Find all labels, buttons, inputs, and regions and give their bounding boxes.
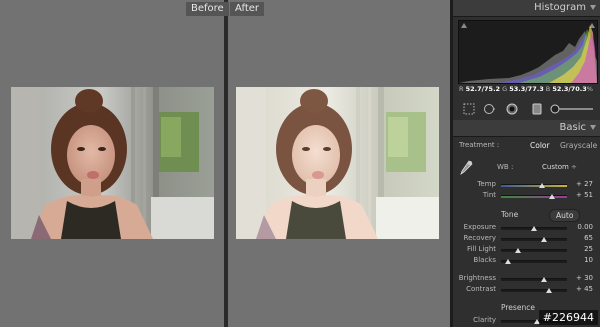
- recovery-label: Recovery: [463, 234, 496, 242]
- brightness-slider-track[interactable]: [501, 278, 567, 281]
- red-eye-icon[interactable]: [506, 100, 518, 115]
- after-photo[interactable]: [236, 87, 439, 239]
- spot-removal-icon[interactable]: [483, 100, 495, 114]
- histogram-readout: R 52.7/75.2 G 53.3/77.3 B 52.3/70.3%: [459, 85, 593, 93]
- treatment-grayscale-option[interactable]: Grayscale: [560, 141, 597, 150]
- exposure-label: Exposure: [463, 223, 496, 231]
- watermark-label: #226944: [538, 310, 598, 325]
- b-value: 52.3/70.3: [552, 85, 587, 93]
- blacks-value[interactable]: 10: [571, 256, 593, 264]
- contrast-label: Contrast: [466, 285, 496, 293]
- after-label: After: [230, 2, 265, 16]
- histogram-header[interactable]: Histogram: [453, 0, 600, 17]
- tint-label: Tint: [482, 191, 496, 199]
- before-photo[interactable]: [11, 87, 214, 239]
- presence-section-label: Presence: [501, 303, 535, 312]
- temp-value[interactable]: + 27: [571, 180, 593, 188]
- histogram-title: Histogram: [534, 2, 586, 13]
- contrast-slider-thumb[interactable]: [545, 288, 552, 293]
- clarity-label: Clarity: [473, 316, 496, 324]
- r-value: 52.7/75.2: [465, 85, 501, 93]
- fill-light-slider-track[interactable]: [501, 249, 567, 252]
- g-value: 53.3/77.3: [509, 85, 544, 93]
- tint-slider-track[interactable]: [501, 195, 567, 198]
- crop-overlay-icon[interactable]: [463, 100, 475, 115]
- collapse-triangle-icon[interactable]: [590, 5, 596, 10]
- histogram-graph[interactable]: [458, 20, 598, 84]
- wb-label: WB :: [497, 163, 514, 171]
- blacks-label: Blacks: [473, 256, 496, 264]
- r-label: R: [459, 85, 464, 93]
- brightness-value[interactable]: + 30: [571, 274, 593, 282]
- before-label: Before: [186, 2, 229, 16]
- exposure-slider-thumb[interactable]: [531, 226, 537, 231]
- basic-header[interactable]: Basic: [453, 120, 600, 137]
- wb-select-value[interactable]: Custom: [542, 163, 569, 171]
- exposure-value[interactable]: 0.00: [571, 223, 593, 231]
- fill-light-slider-thumb[interactable]: [514, 248, 521, 253]
- brightness-label: Brightness: [458, 274, 496, 282]
- wb-select-arrows[interactable]: ÷: [571, 163, 577, 171]
- fill-light-value[interactable]: 25: [571, 245, 593, 253]
- graduated-filter-icon[interactable]: [531, 100, 543, 115]
- collapse-triangle-icon[interactable]: [590, 125, 596, 130]
- unit-label: %: [586, 85, 593, 93]
- fill-light-label: Fill Light: [466, 245, 496, 253]
- tool-strip: [453, 97, 600, 115]
- tone-section-label: Tone: [501, 210, 519, 219]
- temp-label: Temp: [477, 180, 496, 188]
- blacks-slider-track[interactable]: [501, 260, 567, 263]
- white-balance-eyedropper-icon[interactable]: [459, 160, 473, 176]
- g-label: G: [502, 85, 508, 93]
- contrast-value[interactable]: + 45: [571, 285, 593, 293]
- recovery-slider-thumb[interactable]: [540, 237, 547, 242]
- temp-slider-track[interactable]: [501, 184, 567, 187]
- recovery-value[interactable]: 65: [571, 234, 593, 242]
- basic-title: Basic: [559, 122, 586, 133]
- contrast-slider-track[interactable]: [501, 289, 567, 292]
- treatment-color-option[interactable]: Color: [530, 141, 550, 150]
- recovery-slider-track[interactable]: [501, 238, 567, 241]
- temp-slider-thumb[interactable]: [538, 183, 545, 188]
- develop-right-panel: Histogram R 52.7/75.2 G 53.3/77.3 B 52.3…: [453, 0, 600, 327]
- b-label: B: [545, 85, 551, 93]
- tint-slider-thumb[interactable]: [549, 194, 556, 199]
- blacks-slider-thumb[interactable]: [504, 259, 511, 264]
- tint-value[interactable]: + 51: [571, 191, 593, 199]
- adjustment-brush-icon[interactable]: [549, 100, 595, 114]
- brightness-slider-thumb[interactable]: [540, 277, 547, 282]
- auto-tone-button[interactable]: Auto: [549, 209, 581, 222]
- treatment-label: Treatment :: [459, 141, 500, 149]
